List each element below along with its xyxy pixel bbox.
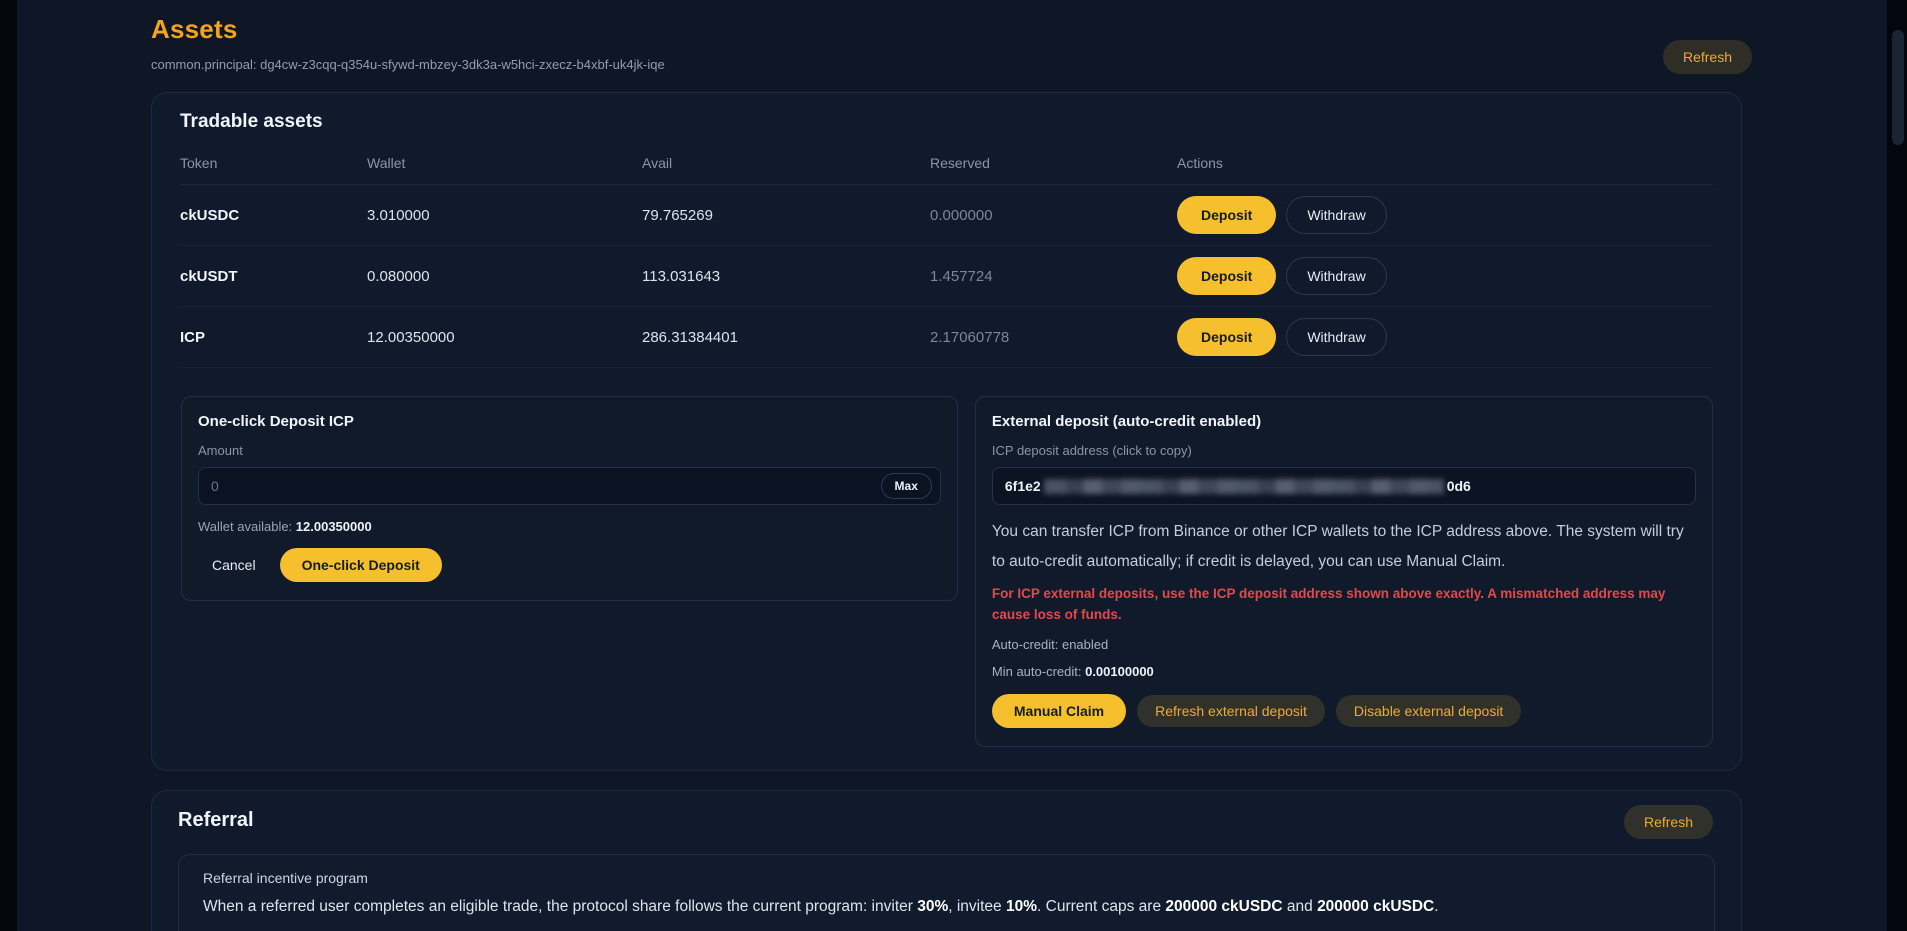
withdraw-button-icp[interactable]: Withdraw xyxy=(1286,318,1386,356)
tradable-assets-title: Tradable assets xyxy=(180,111,1713,133)
token-name: ckUSDC xyxy=(180,207,367,224)
referral-title: Referral xyxy=(178,809,1715,832)
window-left-edge xyxy=(0,0,17,931)
column-token: Token xyxy=(180,155,367,171)
referral-description: When a referred user completes an eligib… xyxy=(203,898,1690,916)
page-header: Assets common.principal: dg4cw-z3cqq-q35… xyxy=(151,14,1752,72)
amount-input[interactable] xyxy=(211,478,881,494)
address-prefix: 6f1e2 xyxy=(1005,478,1041,494)
deposit-button-icp[interactable]: Deposit xyxy=(1177,318,1276,356)
amount-input-wrap: Max xyxy=(198,467,941,505)
one-click-deposit-button[interactable]: One-click Deposit xyxy=(280,548,442,582)
manual-claim-button[interactable]: Manual Claim xyxy=(992,694,1126,728)
referral-header: Referral Refresh xyxy=(178,809,1715,832)
address-suffix: 0d6 xyxy=(1447,478,1471,494)
wallet-available-line: Wallet available: 12.00350000 xyxy=(198,519,941,534)
reserved-balance: 1.457724 xyxy=(930,268,1177,285)
deposit-button-ckusdt[interactable]: Deposit xyxy=(1177,257,1276,295)
referral-program-label: Referral incentive program xyxy=(203,870,1690,886)
deposit-address-label: ICP deposit address (click to copy) xyxy=(992,443,1696,458)
token-name: ckUSDT xyxy=(180,268,367,285)
avail-balance: 113.031643 xyxy=(642,268,930,285)
one-click-deposit-title: One-click Deposit ICP xyxy=(198,413,941,430)
withdraw-button-ckusdt[interactable]: Withdraw xyxy=(1286,257,1386,295)
max-button[interactable]: Max xyxy=(881,473,932,499)
deposit-button-ckusdc[interactable]: Deposit xyxy=(1177,196,1276,234)
deposit-panels-row: One-click Deposit ICP Amount Max Wallet … xyxy=(181,396,1713,747)
wallet-balance: 0.080000 xyxy=(367,268,642,285)
reserved-balance: 2.17060778 xyxy=(930,329,1177,346)
withdraw-button-ckusdc[interactable]: Withdraw xyxy=(1286,196,1386,234)
wallet-balance: 12.00350000 xyxy=(367,329,642,346)
external-deposit-warning: For ICP external deposits, use the ICP d… xyxy=(992,583,1696,625)
column-reserved: Reserved xyxy=(930,155,1177,171)
refresh-external-deposit-button[interactable]: Refresh external deposit xyxy=(1137,695,1325,727)
referral-incentive-panel: Referral incentive program When a referr… xyxy=(178,854,1715,931)
external-deposit-title: External deposit (auto-credit enabled) xyxy=(992,413,1696,430)
referral-card: Referral Refresh Referral incentive prog… xyxy=(151,790,1742,931)
reserved-balance: 0.000000 xyxy=(930,207,1177,224)
principal-text: common.principal: dg4cw-z3cqq-q354u-sfyw… xyxy=(151,57,1752,72)
page-title: Assets xyxy=(151,14,1752,45)
one-click-deposit-panel: One-click Deposit ICP Amount Max Wallet … xyxy=(181,396,958,601)
tradable-assets-card: Tradable assets Token Wallet Avail Reser… xyxy=(151,92,1742,771)
asset-table: Token Wallet Avail Reserved Actions ckUS… xyxy=(180,141,1713,368)
avail-balance: 79.765269 xyxy=(642,207,930,224)
min-auto-credit-value: 0.00100000 xyxy=(1085,664,1154,679)
refresh-referral-button[interactable]: Refresh xyxy=(1624,805,1713,839)
column-actions: Actions xyxy=(1177,155,1713,171)
min-auto-credit-line: Min auto-credit: 0.00100000 xyxy=(992,664,1696,679)
icp-deposit-address[interactable]: 6f1e2 0d6 xyxy=(992,467,1696,505)
table-row-ckusdc: ckUSDC 3.010000 79.765269 0.000000 Depos… xyxy=(180,185,1713,246)
token-name: ICP xyxy=(180,329,367,346)
assets-page: Assets common.principal: dg4cw-z3cqq-q35… xyxy=(151,14,1752,931)
scrollbar-track[interactable] xyxy=(1887,0,1907,931)
wallet-available-value: 12.00350000 xyxy=(296,519,372,534)
table-row-icp: ICP 12.00350000 286.31384401 2.17060778 … xyxy=(180,307,1713,368)
external-deposit-panel: External deposit (auto-credit enabled) I… xyxy=(975,396,1713,747)
column-avail: Avail xyxy=(642,155,930,171)
wallet-balance: 3.010000 xyxy=(367,207,642,224)
external-deposit-info: You can transfer ICP from Binance or oth… xyxy=(992,517,1696,577)
column-wallet: Wallet xyxy=(367,155,642,171)
auto-credit-status: Auto-credit: enabled xyxy=(992,637,1696,652)
table-row-ckusdt: ckUSDT 0.080000 113.031643 1.457724 Depo… xyxy=(180,246,1713,307)
disable-external-deposit-button[interactable]: Disable external deposit xyxy=(1336,695,1521,727)
avail-balance: 286.31384401 xyxy=(642,329,930,346)
min-auto-credit-label: Min auto-credit: xyxy=(992,664,1085,679)
scrollbar-thumb[interactable] xyxy=(1892,30,1904,145)
wallet-available-label: Wallet available: xyxy=(198,519,296,534)
refresh-assets-button[interactable]: Refresh xyxy=(1663,40,1752,74)
amount-label: Amount xyxy=(198,443,941,458)
address-redacted-blur xyxy=(1044,479,1444,494)
asset-table-header: Token Wallet Avail Reserved Actions xyxy=(180,141,1713,185)
cancel-button[interactable]: Cancel xyxy=(198,549,270,581)
